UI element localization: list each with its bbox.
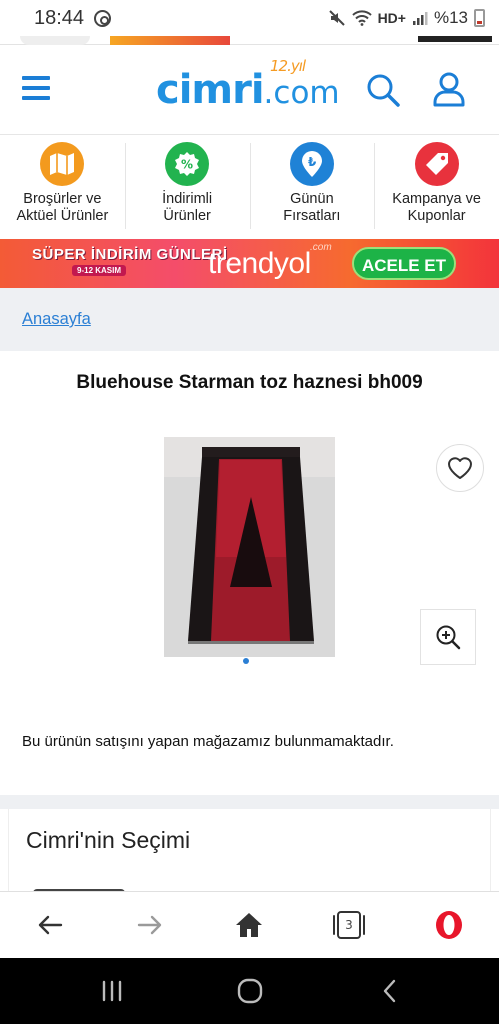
percent-icon: % [175,152,200,176]
zoom-button[interactable] [420,609,476,665]
logo-text: cimri [156,67,265,113]
ad-strip[interactable] [0,36,499,45]
tabs-button[interactable]: 3 [332,908,366,942]
circle-home-icon [237,978,263,1004]
site-logo[interactable]: cimri.com 12.yıl [156,57,340,113]
chevron-left-icon [383,979,396,1003]
system-home-button[interactable] [234,976,266,1006]
forward-button[interactable] [133,908,167,942]
product-section: Bluehouse Starman toz haznesi bh009 Bu ü… [0,351,499,795]
banner-headline: SÜPER İNDİRİM GÜNLERİ [32,246,228,263]
category-label: Kampanya ve Kuponlar [392,191,481,224]
menu-button[interactable] [22,76,50,100]
sync-icon [94,9,112,27]
recent-apps-icon [102,980,122,1002]
product-image[interactable] [164,437,335,657]
breadcrumb: Anasayfa [0,288,499,351]
banner-cta-button[interactable]: ACELE ET [352,247,456,280]
battery-icon [474,9,485,27]
status-indicators: HD+ %13 [328,8,485,28]
section-divider [0,795,499,809]
category-daily-deals[interactable]: ₺ Günün Fırsatları [249,135,375,239]
svg-text:%: % [181,158,193,172]
editors-picks-heading: Cimri'nin Seçimi [26,827,191,853]
opera-icon [436,911,462,939]
product-title: Bluehouse Starman toz haznesi bh009 [76,372,423,393]
menu-icon-bar [22,86,50,90]
heart-icon [448,457,472,479]
promo-banner[interactable]: SÜPER İNDİRİM GÜNLERİ 9-12 KASIM trendyo… [0,239,499,288]
ad-strip-shape [20,36,90,45]
breadcrumb-home-link[interactable]: Anasayfa [22,310,91,329]
svg-text:₺: ₺ [308,155,317,169]
mute-icon [328,10,345,26]
no-seller-message: Bu ürünün satışını yapan mağazamız bulun… [22,733,394,750]
search-icon [367,74,400,107]
category-icon-circle: % [165,142,210,186]
map-icon [50,153,75,175]
lira-icon: ₺ [301,151,322,177]
category-icon-circle [40,142,85,186]
tag-icon [425,153,448,175]
back-button[interactable] [33,908,67,942]
ad-strip-button [418,36,492,42]
editors-picks-section: Cimri'nin Seçimi [8,809,491,893]
category-shortcuts: Broşürler ve Aktüel Ürünler % İndirimli Ür… [0,135,499,239]
opera-menu-button[interactable] [432,908,466,942]
category-icon-circle [414,142,459,186]
home-button[interactable] [232,908,266,942]
system-back-button[interactable] [374,976,406,1006]
logo-suffix: .com [263,75,340,111]
status-bar: 18:44 HD+ %13 [0,0,499,36]
category-brochures[interactable]: Broşürler ve Aktüel Ürünler [0,135,125,239]
recent-apps-button[interactable] [96,976,128,1006]
banner-dates: 9-12 KASIM [72,265,127,276]
ad-strip-image [110,36,230,45]
battery-percent: %13 [433,8,468,27]
banner-brand: trendyol [208,247,311,280]
tab-count: 3 [345,918,353,932]
system-navigation-bar [0,958,499,1024]
category-campaigns[interactable]: Kampanya ve Kuponlar [374,135,499,239]
network-type: HD+ [377,10,406,26]
product-photo [164,437,335,657]
arrow-left-icon [38,915,63,935]
category-label: İndirimli Ürünler [162,191,213,224]
menu-icon-bar [22,76,50,80]
signal-icon [412,12,428,25]
image-carousel-dot[interactable] [243,658,249,664]
zoom-in-icon [436,625,461,650]
banner-brand-suffix: .com [310,242,332,253]
category-icon-circle: ₺ [289,142,334,186]
home-icon [236,913,262,937]
arrow-right-icon [137,915,162,935]
account-button[interactable] [432,71,466,107]
status-time: 18:44 [34,6,85,29]
menu-icon-bar [22,96,50,100]
browser-toolbar: 3 [0,891,499,958]
search-button[interactable] [366,73,400,107]
site-header: cimri.com 12.yıl [0,45,499,135]
logo-badge: 12.yıl [270,57,306,75]
user-icon [433,72,465,107]
wifi-icon [351,10,372,26]
category-label: Broşürler ve Aktüel Ürünler [16,191,109,224]
category-label: Günün Fırsatları [283,191,341,224]
favorite-button[interactable] [436,444,484,492]
category-discounted[interactable]: % İndirimli Ürünler [124,135,250,239]
